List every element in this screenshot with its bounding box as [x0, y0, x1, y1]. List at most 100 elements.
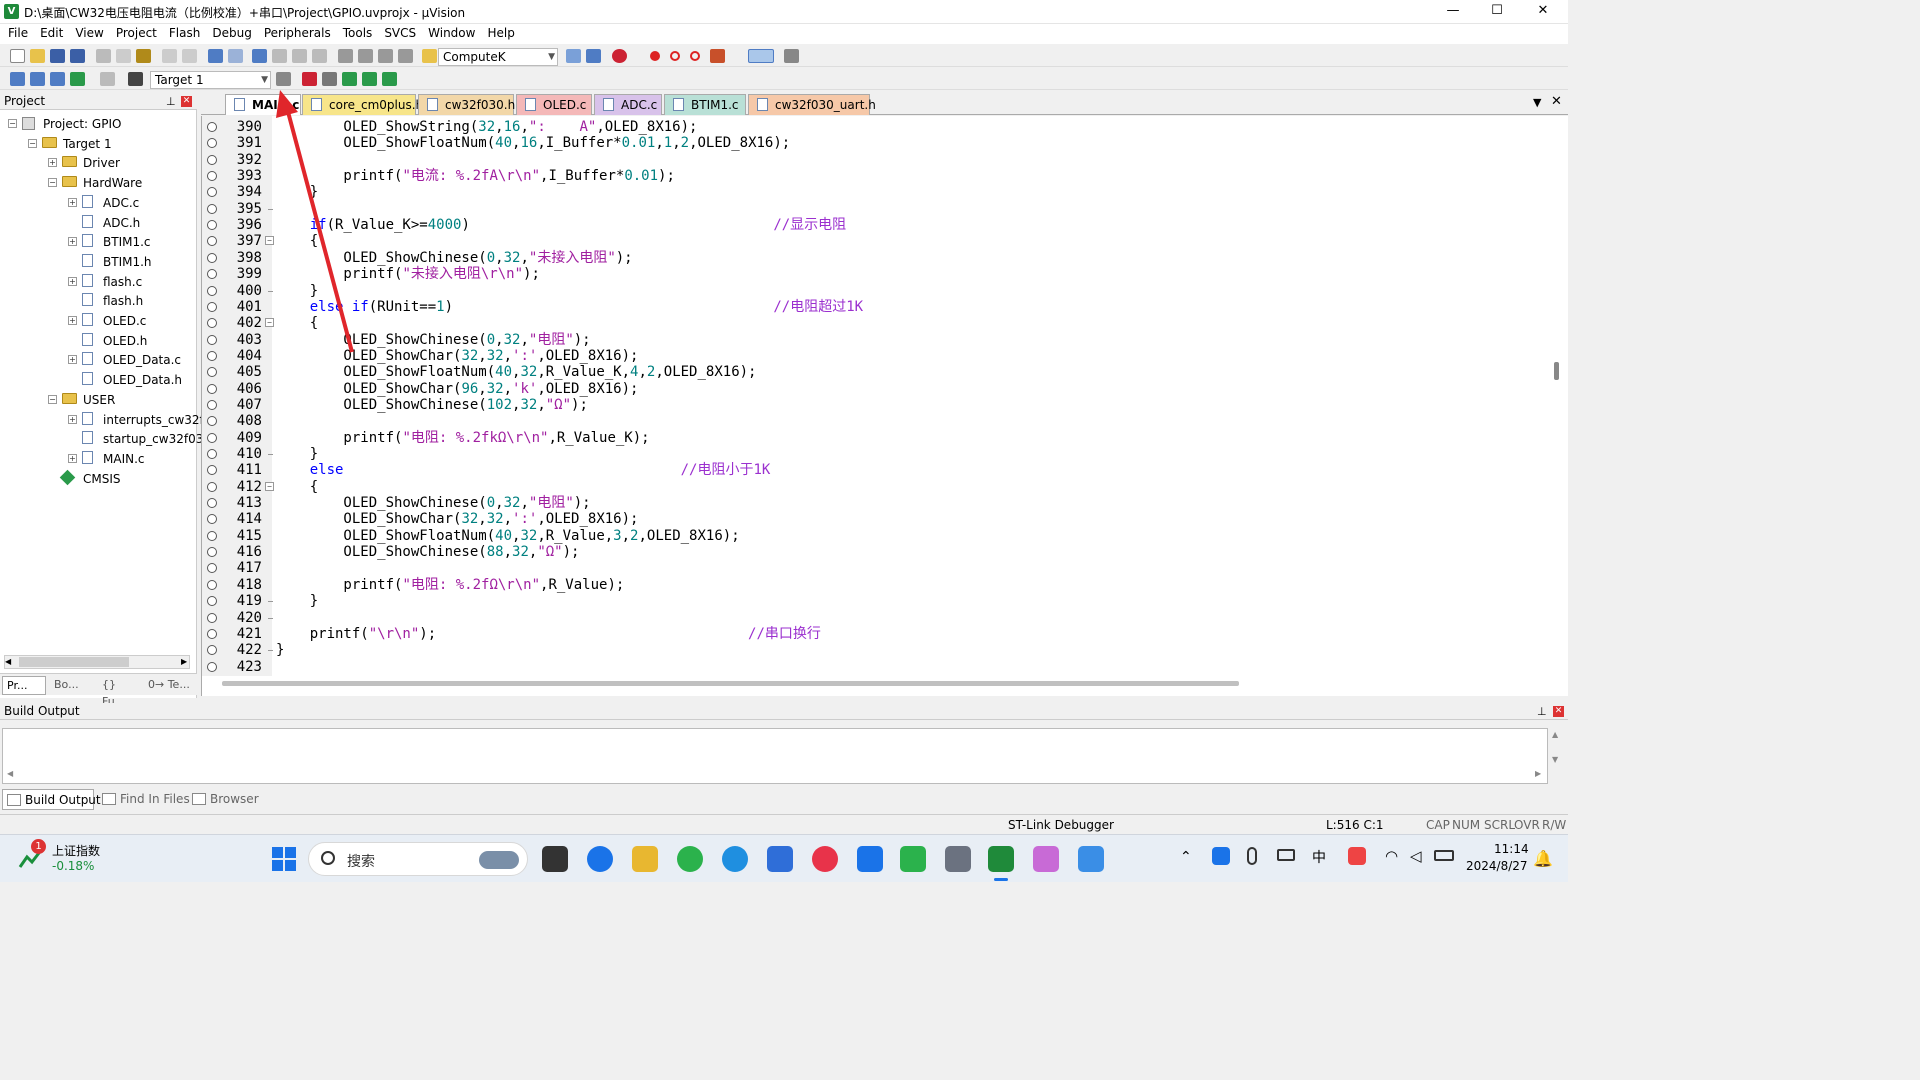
code-line[interactable]: OLED_ShowChinese(88,32,"Ω");	[276, 544, 579, 560]
tab-books[interactable]: Bo...	[50, 676, 94, 695]
tree-item-oled-data-c[interactable]: + OLED_Data.c	[0, 351, 197, 369]
minimize-button[interactable]: —	[1430, 0, 1476, 24]
next-bookmark-icon[interactable]	[292, 49, 307, 63]
editor-hscrollbar[interactable]	[222, 681, 1239, 686]
tree-item-driver[interactable]: + Driver	[0, 154, 197, 172]
disable-all-breakpoints-icon[interactable]	[690, 51, 700, 61]
tab-project[interactable]: Pr...	[2, 676, 46, 695]
menu-debug[interactable]: Debug	[204, 24, 255, 40]
menu-tools[interactable]: Tools	[335, 24, 377, 40]
download-icon[interactable]	[128, 72, 143, 86]
code-line[interactable]: else //电阻小于1K	[276, 462, 771, 478]
manage-project-items-icon[interactable]	[302, 72, 317, 86]
tray-chevron-up-icon[interactable]: ⌃	[1180, 849, 1192, 865]
tray-app-icon[interactable]	[1212, 847, 1230, 865]
tree-item-main-c[interactable]: + MAIN.c	[0, 450, 197, 468]
expand-icon[interactable]: +	[68, 316, 77, 325]
nav-back-icon[interactable]	[208, 49, 223, 63]
maximize-button[interactable]: ☐	[1474, 0, 1520, 24]
clear-bookmarks-icon[interactable]	[312, 49, 327, 63]
select-packs-icon[interactable]	[342, 72, 357, 86]
close-icon[interactable]: ✕	[181, 96, 192, 107]
unindent-icon[interactable]	[358, 49, 373, 63]
menu-edit[interactable]: Edit	[32, 24, 67, 40]
code-line[interactable]: {	[276, 479, 318, 495]
close-tab-icon[interactable]: ✕	[1551, 94, 1562, 109]
expand-icon[interactable]: +	[68, 453, 77, 463]
wifi-icon[interactable]: ◠	[1385, 847, 1398, 865]
nav-forward-icon[interactable]	[228, 49, 243, 63]
tree-item-user[interactable]: − USER	[0, 391, 197, 409]
code-line[interactable]: OLED_ShowChinese(102,32,"Ω");	[276, 397, 587, 413]
tab-browser[interactable]: Browser	[188, 789, 259, 810]
camera-icon[interactable]	[945, 846, 971, 872]
clock-date[interactable]: 2024/8/27	[1466, 859, 1528, 873]
code-line[interactable]: printf("电流: %.2fA\r\n",I_Buffer*0.01);	[276, 168, 674, 184]
code-line[interactable]: {	[276, 315, 318, 331]
cut-icon[interactable]	[96, 49, 111, 63]
code-line[interactable]: OLED_ShowFloatNum(40,32,R_Value,3,2,OLED…	[276, 528, 739, 544]
tab-build-output[interactable]: Build Output	[2, 789, 101, 810]
file-explorer-icon[interactable]	[632, 846, 658, 872]
battery-icon[interactable]	[1434, 850, 1454, 861]
code-line[interactable]: {	[276, 233, 318, 249]
expand-icon[interactable]: +	[68, 237, 77, 247]
build-output-pane[interactable]: ◀ ▶	[2, 728, 1548, 784]
find-in-files-icon[interactable]	[422, 49, 437, 63]
tab-core-cm0plus-h[interactable]: core_cm0plus.h	[302, 94, 423, 115]
code-line[interactable]: OLED_ShowChinese(0,32,"电阻");	[276, 332, 590, 348]
disable-breakpoint-icon[interactable]	[670, 51, 680, 61]
tab-cw32f030-uart-h[interactable]: cw32f030_uart.h	[748, 94, 876, 115]
taskbar-search[interactable]: 搜索	[308, 842, 528, 876]
tree-item-oled-data-h[interactable]: OLED_Data.h	[0, 371, 197, 389]
code-line[interactable]: }	[276, 593, 318, 609]
stock-widget-icon[interactable]: 1	[18, 839, 46, 871]
uncomment-icon[interactable]	[398, 49, 413, 63]
close-button[interactable]: ✕	[1520, 0, 1566, 24]
code-line[interactable]: }	[276, 642, 284, 658]
open-file-icon[interactable]	[30, 49, 45, 63]
code-line[interactable]: OLED_ShowFloatNum(40,32,R_Value_K,4,2,OL…	[276, 364, 756, 380]
device-combo[interactable]: ComputeK ▼	[438, 48, 558, 66]
menu-flash[interactable]: Flash	[161, 24, 204, 40]
code-line[interactable]: OLED_ShowChinese(0,32,"电阻");	[276, 495, 590, 511]
scroll-left-icon[interactable]: ◀	[7, 769, 13, 778]
menu-peripherals[interactable]: Peripherals	[256, 24, 335, 40]
code-line[interactable]: OLED_ShowChar(96,32,'k',OLED_8X16);	[276, 381, 638, 397]
new-file-icon[interactable]	[10, 49, 25, 63]
clock-time[interactable]: 11:14	[1494, 842, 1529, 856]
pack-installer-icon[interactable]	[382, 72, 397, 86]
code-line[interactable]: else if(RUnit==1) //电阻超过1K	[276, 299, 863, 315]
tab-main-c[interactable]: MAIN.c	[225, 94, 301, 115]
tree-item-interrupts-cw32f0[interactable]: + interrupts_cw32f0	[0, 411, 211, 429]
scroll-down-icon[interactable]: ▼	[1552, 755, 1558, 764]
close-icon[interactable]: ✕	[1553, 706, 1564, 717]
manage-rte-icon[interactable]	[362, 72, 377, 86]
comment-icon[interactable]	[378, 49, 393, 63]
paste-icon[interactable]	[136, 49, 151, 63]
wps-tray-icon[interactable]	[1348, 847, 1366, 865]
tab-adc-c[interactable]: ADC.c	[594, 94, 662, 115]
insert-breakpoint-icon[interactable]	[650, 51, 660, 61]
code-line[interactable]: }	[276, 446, 318, 462]
wechat-work-icon[interactable]	[677, 846, 703, 872]
code-line[interactable]: }	[276, 283, 318, 299]
pin-icon[interactable]: ⊥	[166, 93, 176, 110]
feishu-icon[interactable]	[857, 846, 883, 872]
wechat-icon[interactable]	[900, 846, 926, 872]
code-line[interactable]: OLED_ShowFloatNum(40,16,I_Buffer*0.01,1,…	[276, 135, 790, 151]
collapse-icon[interactable]: −	[28, 138, 37, 148]
scroll-right-icon[interactable]: ▶	[1535, 769, 1541, 778]
build-icon[interactable]	[30, 72, 45, 86]
tree-item-oled-h[interactable]: OLED.h	[0, 332, 197, 350]
tab-templates[interactable]: 0→ Te...	[144, 676, 194, 695]
incremental-find-icon[interactable]	[586, 49, 601, 63]
code-editor[interactable]: 390 391 392 393 394 395 396 397−398 399 400 401 402…	[201, 116, 1568, 696]
keil-uvision-icon[interactable]	[988, 846, 1014, 872]
keyboard-icon[interactable]	[1277, 849, 1295, 861]
menu-view[interactable]: View	[67, 24, 107, 40]
prev-bookmark-icon[interactable]	[272, 49, 287, 63]
redo-icon[interactable]	[182, 49, 197, 63]
tree-hscrollbar[interactable]: ◀ ▶	[4, 655, 190, 669]
scroll-up-icon[interactable]: ▲	[1552, 730, 1558, 739]
